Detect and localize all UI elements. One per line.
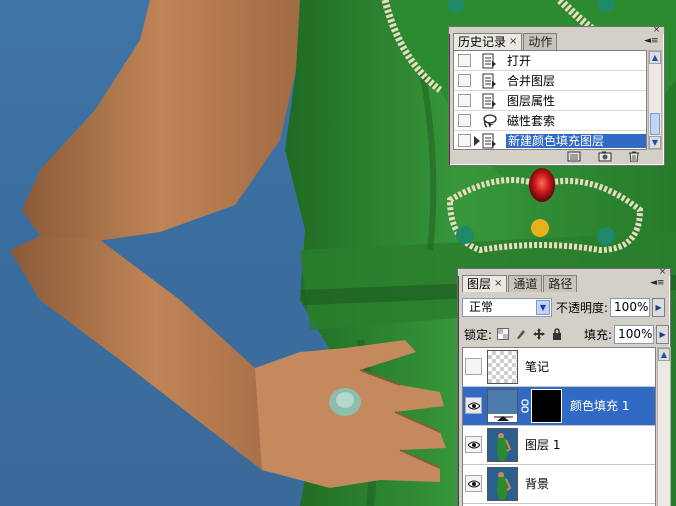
tab-actions[interactable]: 动作 (523, 33, 558, 50)
scroll-up-icon[interactable]: ▲ (658, 348, 670, 361)
tab-paths[interactable]: 路径 (543, 275, 578, 292)
history-brush-source-checkbox[interactable] (458, 74, 471, 87)
fill-label: 填充: (584, 327, 613, 342)
history-item-label: 新建颜色填充图层 (506, 134, 646, 148)
tab-close-icon[interactable]: × (509, 34, 517, 50)
eye-icon (468, 402, 480, 410)
history-state-marker-icon (474, 136, 480, 146)
visibility-toggle[interactable] (465, 475, 482, 492)
layer-row-notes[interactable]: 笔记 (463, 348, 655, 387)
chevron-down-icon[interactable]: ▼ (536, 299, 550, 315)
history-brush-source-checkbox[interactable] (458, 54, 471, 67)
palette-close-button[interactable]: × (652, 26, 661, 35)
tab-close-icon[interactable]: × (494, 276, 502, 292)
tab-label: 通道 (513, 277, 538, 291)
opacity-label: 不透明度: (556, 300, 609, 315)
layer-name: 笔记 (525, 360, 550, 374)
history-scrollbar[interactable]: ▲ ▼ (648, 50, 662, 150)
lock-transparency-icon[interactable] (497, 328, 510, 340)
tab-label: 路径 (548, 277, 573, 291)
scroll-down-icon[interactable]: ▼ (649, 136, 661, 149)
palette-menu-icon[interactable]: ◄≡ (650, 278, 664, 288)
layer-thumbnail (487, 428, 518, 462)
layer-row-color-fill-1[interactable]: 颜色填充 1 (463, 387, 655, 426)
blend-mode-select[interactable]: 正常 ▼ (462, 297, 552, 317)
scroll-up-icon[interactable]: ▲ (649, 51, 661, 64)
new-document-icon[interactable] (567, 151, 581, 162)
magnetic-lasso-icon (483, 114, 497, 128)
tab-label: 动作 (528, 35, 553, 49)
history-item-new-color-fill-layer[interactable]: 新建颜色填充图层 (454, 131, 646, 149)
history-item-label: 合并图层 (507, 74, 556, 88)
history-item-open[interactable]: 打开 (454, 51, 646, 71)
tab-label: 图层 (467, 277, 492, 291)
fill-slider-button[interactable]: ▶ (656, 324, 670, 344)
palette-menu-icon[interactable]: ◄≡ (644, 36, 658, 46)
lock-position-icon[interactable] (533, 328, 546, 340)
history-brush-source-checkbox[interactable] (458, 94, 471, 107)
opacity-slider-button[interactable]: ▶ (652, 297, 666, 317)
layer-row-background[interactable]: 背景 (463, 465, 655, 504)
lock-label: 锁定: (464, 327, 493, 342)
palette-close-button[interactable]: × (658, 268, 667, 277)
document-icon (482, 133, 496, 149)
layers-scrollbar[interactable]: ▲ (657, 347, 671, 506)
history-palette: × 历史记录 × 动作 ◄≡ 打开 合并图层 图层属性 磁性套索 新建颜色填充图… (448, 26, 665, 166)
visibility-toggle[interactable] (465, 358, 482, 375)
layer-thumbnail (487, 350, 518, 384)
photo-thumbnail-icon (488, 429, 517, 461)
scroll-thumb[interactable] (650, 113, 660, 135)
history-brush-source-checkbox[interactable] (458, 114, 471, 127)
history-brush-source-checkbox[interactable] (458, 134, 471, 147)
layers-tab-bar: 图层 × 通道 路径 (462, 275, 578, 292)
document-icon (482, 93, 496, 109)
tab-channels[interactable]: 通道 (508, 275, 543, 292)
lock-pixels-icon[interactable] (515, 328, 527, 340)
history-footer (449, 149, 664, 165)
trash-icon[interactable] (627, 151, 641, 162)
opacity-input[interactable]: 100% (610, 297, 651, 317)
history-tab-bar: 历史记录 × 动作 (453, 33, 558, 50)
history-item-label: 图层属性 (507, 94, 556, 108)
history-list: 打开 合并图层 图层属性 磁性套索 新建颜色填充图层 (453, 50, 647, 150)
tab-label: 历史记录 (458, 35, 507, 49)
history-item-label: 打开 (507, 54, 532, 68)
adjustment-layer-icon (488, 390, 517, 422)
layers-list: 笔记 颜色填充 1 图层 1 背景 (462, 347, 656, 506)
eye-icon (468, 441, 480, 449)
fill-input[interactable]: 100% (614, 324, 655, 344)
layer-row-layer-1[interactable]: 图层 1 (463, 426, 655, 465)
visibility-toggle[interactable] (465, 436, 482, 453)
history-item-layer-properties[interactable]: 图层属性 (454, 91, 646, 111)
eye-icon (468, 480, 480, 488)
document-icon (482, 73, 496, 89)
layer-thumbnail (487, 467, 518, 501)
tab-history[interactable]: 历史记录 × (453, 33, 523, 50)
snapshot-icon[interactable] (598, 151, 612, 162)
lock-fill-row: 锁定: 填充: 100% ▶ (462, 324, 670, 344)
history-item-label: 磁性套索 (507, 114, 556, 128)
history-item-magnetic-lasso[interactable]: 磁性套索 (454, 111, 646, 131)
photo-thumbnail-icon (488, 468, 517, 500)
layer-name: 颜色填充 1 (570, 399, 630, 413)
color-fill-thumbnail[interactable] (487, 389, 518, 423)
document-icon (482, 53, 496, 69)
layers-palette: × 图层 × 通道 路径 ◄≡ 正常 ▼ 不透明度: 100% ▶ 锁定: 填充… (457, 268, 671, 506)
history-item-merge-layers[interactable]: 合并图层 (454, 71, 646, 91)
tab-layers[interactable]: 图层 × (462, 275, 508, 292)
lock-all-icon[interactable] (551, 328, 563, 340)
blend-mode-value: 正常 (469, 299, 494, 314)
visibility-toggle[interactable] (465, 397, 482, 414)
blend-opacity-row: 正常 ▼ 不透明度: 100% ▶ (462, 297, 666, 317)
layer-name: 图层 1 (525, 438, 561, 452)
layer-mask-thumbnail[interactable] (531, 389, 562, 423)
chain-link-icon[interactable] (521, 399, 529, 413)
layer-name: 背景 (525, 477, 550, 491)
